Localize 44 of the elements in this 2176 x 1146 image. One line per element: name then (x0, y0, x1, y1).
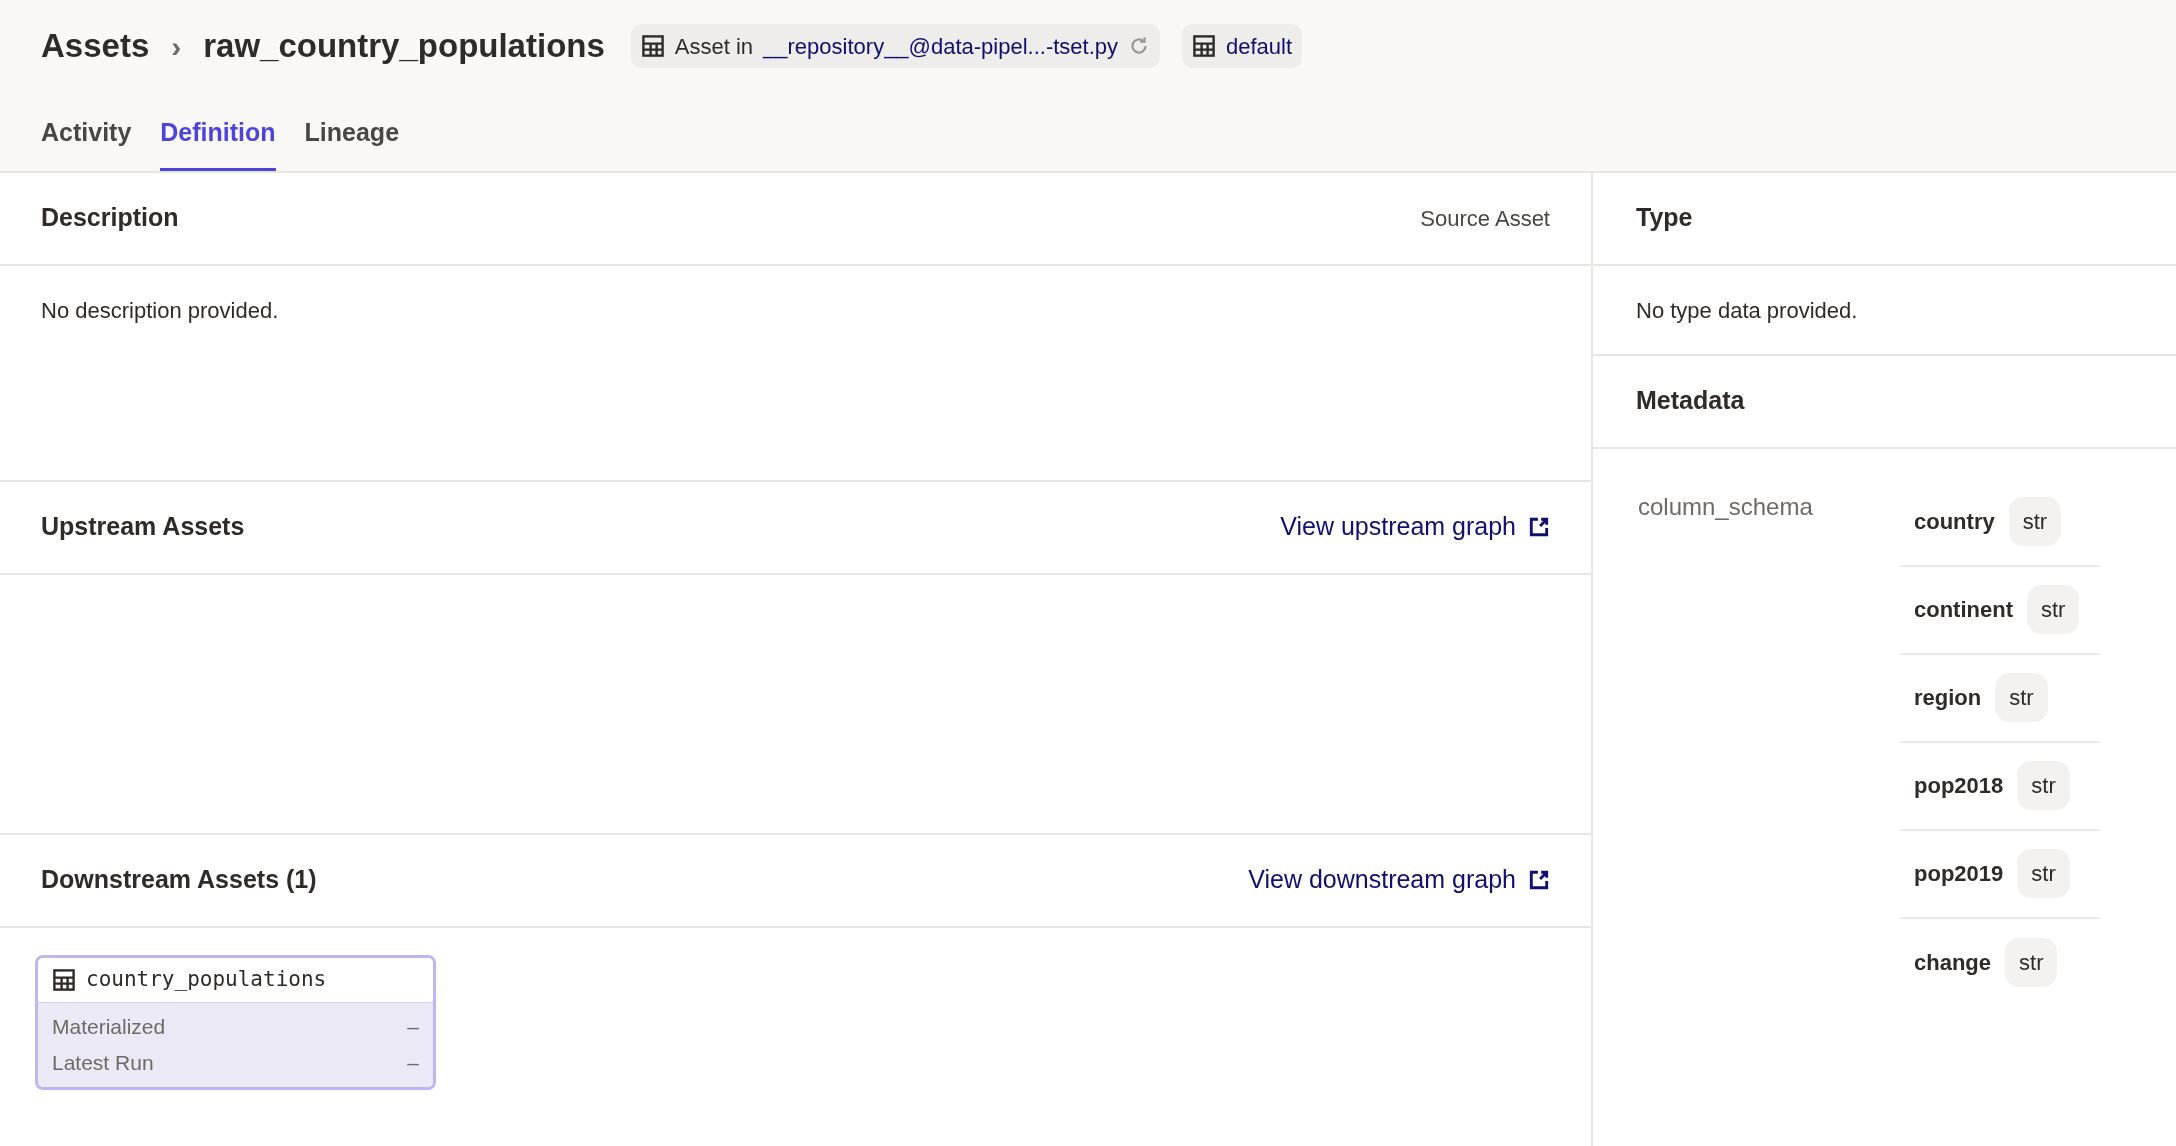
status-value: – (407, 1049, 419, 1076)
column-name: pop2018 (1914, 772, 2004, 800)
repository-link[interactable]: __repository__@data-pipel...-tset.py (763, 29, 1119, 63)
column-name: region (1914, 684, 1982, 712)
graph-link[interactable]: View downstream graph (1248, 861, 1550, 899)
chevron-icon: › (171, 23, 182, 69)
asset-name: country_populations (86, 965, 327, 993)
tab[interactable]: Activity (41, 114, 132, 171)
section-title: Type (1636, 202, 1693, 234)
description-text: No description provided. (41, 296, 280, 325)
type-tag: str (2017, 761, 2070, 810)
column-name: pop2019 (1914, 860, 2004, 888)
metadata-key: column_schema (1638, 488, 1900, 1007)
group-tag[interactable]: default (1182, 24, 1303, 68)
status-label: Latest Run (52, 1049, 154, 1076)
table-icon (640, 34, 665, 58)
external-link-icon (1528, 869, 1550, 891)
table-icon (1192, 34, 1217, 58)
section-title: Description (41, 202, 179, 234)
external-link-icon (1528, 516, 1550, 538)
source-asset-label: Source Asset (1420, 204, 1550, 233)
type-tag: str (2008, 497, 2062, 546)
type-tag: str (2017, 849, 2070, 898)
breadcrumb-link[interactable]: Assets (41, 21, 150, 71)
asset-card[interactable]: country_populations Materialized – Latest Run – (35, 954, 436, 1090)
type-tag: str (2027, 585, 2080, 634)
column-name: continent (1914, 596, 2013, 624)
section-title: Downstream Assets (1) (41, 864, 317, 896)
section-title: Metadata (1636, 385, 1745, 417)
location-label: Asset in (674, 32, 754, 61)
group-label: default (1226, 32, 1293, 61)
graph-link[interactable]: View upstream graph (1280, 508, 1550, 546)
tab[interactable]: Lineage (304, 114, 400, 171)
status-label: Materialized (52, 1013, 166, 1040)
table-icon (52, 967, 76, 992)
status-value: – (407, 1013, 419, 1040)
column-name: country (1914, 508, 1995, 536)
type-text: No type data provided. (1636, 296, 1859, 325)
type-tag: str (2005, 938, 2058, 987)
section-title: Upstream Assets (41, 511, 245, 543)
type-tag: str (1995, 673, 2048, 722)
column-name: change (1914, 949, 1992, 977)
tab[interactable]: Definition (160, 114, 276, 171)
asset-title: raw_country_populations (203, 26, 605, 67)
